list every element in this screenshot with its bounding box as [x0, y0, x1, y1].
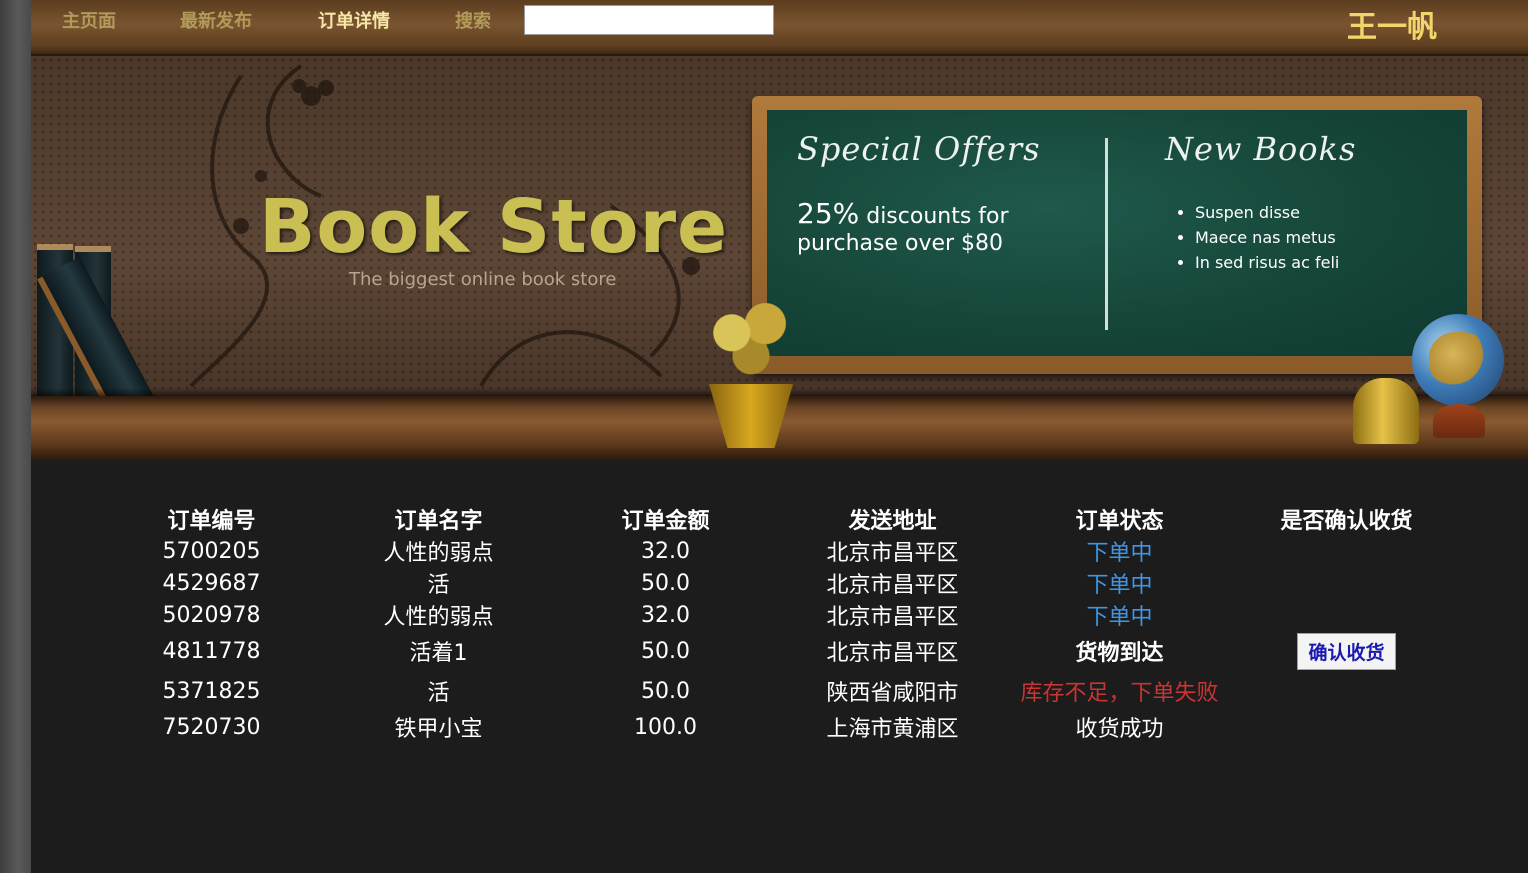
- nav-home-link[interactable]: 主页面: [62, 7, 116, 33]
- order-id-cell: 5020978: [162, 602, 261, 628]
- order-amount-cell: 50.0: [641, 678, 690, 704]
- order-status-cell: 下单中: [1006, 567, 1233, 599]
- order-status-cell: 货物到达: [1006, 631, 1233, 671]
- offer-percent: 25%: [797, 197, 860, 230]
- order-id-cell: 5371825: [162, 678, 261, 704]
- order-id-cell: 4529687: [162, 570, 261, 596]
- plant-leaves-decoration: [703, 296, 799, 388]
- order-name-cell: 铁甲小宝: [394, 717, 483, 742]
- order-name-cell: 人性的弱点: [383, 605, 494, 630]
- order-address-cell: 北京市昌平区: [826, 541, 959, 566]
- new-books-list: Suspen disse Maece nas metus In sed risu…: [1177, 200, 1339, 275]
- page-left-edge: [0, 0, 31, 873]
- table-row: 7520730 铁甲小宝 100.0 上海市黄浦区 收货成功: [98, 711, 1460, 743]
- store-subtitle: The biggest online book store: [349, 269, 617, 290]
- order-amount-cell: 32.0: [641, 538, 690, 564]
- order-name-cell: 活: [427, 573, 450, 598]
- order-address-cell: 北京市昌平区: [826, 573, 959, 598]
- orders-header-row: 订单编号 订单名字 订单金额 发送地址 订单状态 是否确认收货: [98, 503, 1460, 535]
- confirm-receipt-button[interactable]: 确认收货: [1297, 632, 1396, 670]
- nav-latest-link[interactable]: 最新发布: [180, 7, 252, 33]
- order-confirm-cell: [1233, 711, 1460, 743]
- special-offer-text: 25% discounts for purchase over $80: [797, 200, 1057, 257]
- order-status-cell: 下单中: [1006, 535, 1233, 567]
- header-confirm: 是否确认收货: [1280, 509, 1413, 534]
- order-id-cell: 5700205: [162, 538, 261, 564]
- new-book-item[interactable]: Suspen disse: [1195, 200, 1339, 225]
- order-confirm-cell: [1233, 535, 1460, 567]
- order-amount-cell: 100.0: [634, 714, 697, 740]
- order-confirm-cell: [1233, 567, 1460, 599]
- order-status-cell: 库存不足，下单失败: [1006, 671, 1233, 711]
- search-input[interactable]: [524, 5, 774, 35]
- bell-decoration: [1353, 378, 1419, 444]
- new-book-item[interactable]: In sed risus ac feli: [1195, 250, 1339, 275]
- globe-stand-decoration: [1433, 404, 1485, 438]
- order-name-cell: 活: [427, 681, 450, 706]
- order-address-cell: 上海市黄浦区: [826, 717, 959, 742]
- header-order-id: 订单编号: [167, 509, 256, 534]
- order-confirm-cell: [1233, 671, 1460, 711]
- new-book-item[interactable]: Maece nas metus: [1195, 225, 1339, 250]
- offer-line2: purchase over $80: [797, 231, 1004, 256]
- order-address-cell: 北京市昌平区: [826, 641, 959, 666]
- header-order-name: 订单名字: [394, 509, 483, 534]
- order-amount-cell: 50.0: [641, 638, 690, 664]
- table-row: 4529687 活 50.0 北京市昌平区 下单中: [98, 567, 1460, 599]
- header-status: 订单状态: [1075, 509, 1164, 534]
- order-address-cell: 北京市昌平区: [826, 605, 959, 630]
- new-books-heading: New Books: [1165, 130, 1357, 168]
- order-address-cell: 陕西省咸阳市: [826, 681, 959, 706]
- nav-orders-link[interactable]: 订单详情: [318, 7, 390, 33]
- table-row: 5020978 人性的弱点 32.0 北京市昌平区 下单中: [98, 599, 1460, 631]
- header-address: 发送地址: [848, 509, 937, 534]
- nav-search-link[interactable]: 搜索: [455, 7, 491, 33]
- order-status-cell: 收货成功: [1006, 711, 1233, 743]
- store-title: Book Store: [259, 184, 729, 270]
- header-order-amount: 订单金额: [621, 509, 710, 534]
- offer-line1-rest: discounts for: [866, 204, 1009, 229]
- order-status-failed: 库存不足，下单失败: [1020, 681, 1219, 706]
- table-row: 5700205 人性的弱点 32.0 北京市昌平区 下单中: [98, 535, 1460, 567]
- store-banner: Book Store The biggest online book store…: [31, 56, 1528, 460]
- orders-table: 订单编号 订单名字 订单金额 发送地址 订单状态 是否确认收货 5700205 …: [98, 503, 1460, 743]
- order-id-cell: 4811778: [162, 638, 261, 664]
- top-nav-bar: 主页面 最新发布 订单详情 搜索 王一帆: [31, 0, 1528, 56]
- order-status-link[interactable]: 下单中: [1086, 605, 1152, 630]
- order-status-arrived: 货物到达: [1075, 641, 1164, 666]
- special-offers-heading: Special Offers: [797, 130, 1041, 168]
- order-id-cell: 7520730: [162, 714, 261, 740]
- globe-land-decoration: [1429, 332, 1489, 388]
- chalkboard-divider: [1105, 138, 1108, 330]
- order-name-cell: 活着1: [409, 641, 468, 666]
- user-name[interactable]: 王一帆: [1347, 2, 1437, 46]
- order-status-cell: 下单中: [1006, 599, 1233, 631]
- order-status-link[interactable]: 下单中: [1086, 573, 1152, 598]
- order-name-cell: 人性的弱点: [383, 541, 494, 566]
- table-row: 5371825 活 50.0 陕西省咸阳市 库存不足，下单失败: [98, 671, 1460, 711]
- order-status-received: 收货成功: [1075, 717, 1164, 742]
- order-amount-cell: 32.0: [641, 602, 690, 628]
- order-confirm-cell: 确认收货: [1233, 631, 1460, 671]
- order-status-link[interactable]: 下单中: [1086, 541, 1152, 566]
- order-confirm-cell: [1233, 599, 1460, 631]
- table-row: 4811778 活着1 50.0 北京市昌平区 货物到达 确认收货: [98, 631, 1460, 671]
- order-amount-cell: 50.0: [641, 570, 690, 596]
